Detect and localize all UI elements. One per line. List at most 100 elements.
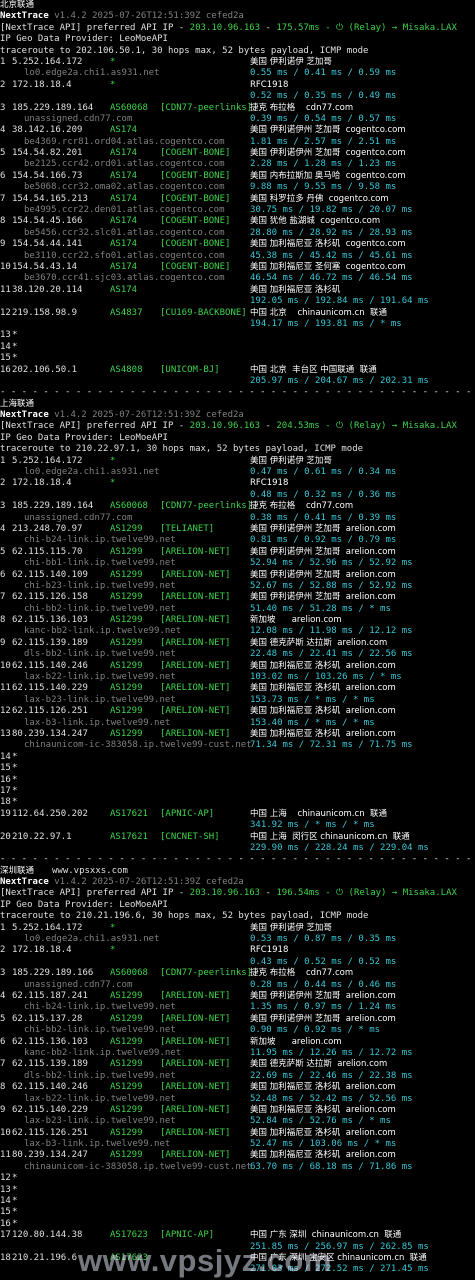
api-info: [NextTrace API] preferred API IP - 203.1… [0, 421, 457, 432]
hop-number: 5 [0, 1013, 6, 1024]
hop-asn: AS174 [110, 170, 138, 181]
hop-detail-row: lax-b23-link.ip.twelve99.net 153.73 ms / … [0, 695, 475, 706]
api-ip: 203.10.96.163 [189, 888, 261, 899]
hop-asn: AS60068 [110, 968, 148, 979]
hop-detail-row: chi-b24-link.ip.twelve99.net 0.81 ms / 0.… [0, 535, 475, 546]
hop-ip: 112.64.250.202 [12, 808, 88, 819]
hop-asn: AS1299 [110, 1013, 143, 1024]
hop-ip: * [12, 1218, 18, 1229]
hop-row: 18 * [0, 797, 475, 808]
hop-ip: * [12, 751, 18, 762]
hop-ip: 172.18.18.4 [12, 945, 72, 956]
hop-geo: 美国 内布拉斯加 奥马哈 cogentco.com [250, 170, 406, 181]
hop-row: 8 62.115.136.103 AS1299 [ARELION-NET] 新加坡 ar… [0, 615, 475, 626]
api-line: [NextTrace API] preferred API IP - 203.1… [0, 421, 475, 432]
app-version: NextTrace v1.4.2 2025-07-26T12:51:39Z ce… [0, 11, 244, 22]
hop-detail-row: lax-b22-link.ip.twelve99.net 103.02 ms / … [0, 672, 475, 683]
hop-number: 3 [0, 968, 6, 979]
hop-rdns: lax-b23-link.ip.twelve99.net [24, 1116, 176, 1127]
version-text: v1.4.2 2025-07-26T12:51:39Z cefed2a [54, 11, 244, 22]
hop-row: 6 62.115.140.109 AS1299 [ARELION-NET] 美国 伊利诺… [0, 570, 475, 581]
hop-geo: 美国 伊利诺伊 芝加哥 [250, 455, 332, 466]
hop-number: 11 [0, 683, 11, 694]
hop-rtt: 46.54 ms / 46.72 ms / 46.54 ms [250, 273, 413, 284]
hop-rdns: be2125.ccr42.ord01.atlas.cogentco.com [24, 159, 225, 170]
hop-rtt: 0.38 ms / 0.41 ms / 0.39 ms [250, 512, 397, 523]
hop-number: 8 [0, 615, 6, 626]
traceroute-line: traceroute to 202.106.50.1, 30 hops max,… [0, 46, 475, 57]
hop-geo: 美国 加利福尼亚 洛杉矶 arelion.com [250, 1150, 396, 1161]
hop-row: 14 * [0, 342, 475, 353]
hop-row: 14 * [0, 752, 475, 763]
app-version-line: NextTrace v1.4.2 2025-07-26T12:51:39Z ce… [0, 410, 475, 421]
hop-number: 7 [0, 1059, 6, 1070]
app-version-line: NextTrace v1.4.2 2025-07-26T12:51:39Z ce… [0, 11, 475, 22]
hop-number: 17 [0, 1230, 11, 1241]
hop-geo: 美国 伊利诺伊州 芝加哥 arelion.com [250, 990, 396, 1001]
hop-row: 1 5.252.164.172 * 美国 伊利诺伊 芝加哥 [0, 57, 475, 68]
hop-rdns: chi-bb2-link.ip.twelve99.net [24, 1025, 176, 1036]
hop-rtt: 52.94 ms / 52.96 ms / 52.92 ms [250, 558, 413, 569]
hop-row: 2 172.18.18.4 * RFC1918 [0, 80, 475, 91]
hop-geo: 中国 上海 chinaunicom.cn 联通 [250, 808, 387, 819]
hop-detail-row: unassigned.cdn77.com 0.38 ms / 0.41 ms / … [0, 513, 475, 524]
hop-geo: 美国 科罗拉多 丹佛 cogentco.com [250, 193, 389, 204]
hop-rtt: 0.39 ms / 0.54 ms / 0.57 ms [250, 113, 397, 124]
hop-asn: * [110, 945, 116, 956]
hop-ip: 62.115.126.158 [12, 592, 88, 603]
hop-rtt: 153.73 ms / * ms / * ms [250, 694, 375, 705]
section-title: 北京联通 [0, 0, 475, 11]
hop-detail-row: chi-b24-link.ip.twelve99.net 1.35 ms / 0.… [0, 1002, 475, 1013]
hop-rtt: 194.17 ms / 193.81 ms / * ms [250, 318, 402, 329]
hop-asn: * [110, 56, 116, 67]
hop-row: 3 185.229.189.166 AS60068 [CDN77-peerlinks]… [0, 968, 475, 979]
hop-row: 5 62.115.137.28 AS1299 [ARELION-NET] 美国 伊利诺伊… [0, 1014, 475, 1025]
hop-ip: 154.54.45.166 [12, 216, 83, 227]
hop-rdns: lo0.edge2a.chi1.as931.net [24, 68, 160, 79]
section-title: 上海联通 [0, 399, 475, 410]
api-relay: - ⏻ (Relay) → Misaka.LAX [319, 22, 457, 33]
hop-rtt: 71.34 ms / 72.31 ms / 71.75 ms [250, 740, 413, 751]
hop-row: 13 80.239.134.247 AS1299 [ARELION-NET] 美国 加利… [0, 729, 475, 740]
hop-tag: [ARELION-NET] [160, 990, 231, 1001]
hop-row: 6 154.54.166.73 AS174 [COGENT-BONE] 美国 内布拉斯加… [0, 171, 475, 182]
hop-detail-row: lax-b3-link.ip.twelve99.net 52.47 ms / 10… [0, 1139, 475, 1150]
hop-asn: AS174 [110, 148, 138, 159]
hop-geo: 美国 加利福尼亚 洛杉矶 arelion.com [250, 706, 396, 717]
hop-ip: 185.229.189.166 [12, 968, 94, 979]
hop-tag: [APNIC-AP] [160, 808, 215, 819]
hop-number: 15 [0, 763, 11, 774]
hop-number: 14 [0, 1196, 11, 1207]
hop-rtt: 22.69 ms / 22.46 ms / 22.38 ms [250, 1070, 413, 1081]
hop-geo: 中国 上海 闵行区 chinaunicom.cn 联通 [250, 831, 410, 842]
hop-geo: 美国 伊利诺伊州 芝加哥 arelion.com [250, 1013, 396, 1024]
hop-geo: 美国 伊利诺伊 芝加哥 [250, 56, 332, 67]
hop-ip: 120.80.144.38 [12, 1230, 83, 1241]
hop-detail-row: 192.05 ms / 192.84 ms / 191.64 ms [0, 296, 475, 307]
hop-asn: AS174 [110, 193, 138, 204]
divider-line: - - - - - - - - - - - - - - - - - - - - … [0, 854, 475, 865]
hop-detail-row: lax-b3-link.ip.twelve99.net 153.40 ms / *… [0, 718, 475, 729]
api-sep: - [260, 421, 277, 432]
hop-ip: 62.115.115.70 [12, 546, 83, 557]
hop-number: 14 [0, 341, 11, 352]
hop-detail-row: be3110.ccr22.sfo01.atlas.cogentco.com 45.… [0, 251, 475, 262]
hop-geo: 中国 广东 深圳 chinaunicom.cn 联通 [250, 1230, 402, 1241]
hop-asn: AS1299 [110, 1127, 143, 1138]
hop-tag: [ARELION-NET] [160, 615, 231, 626]
hop-rtt: 0.81 ms / 0.92 ms / 0.79 ms [250, 535, 397, 546]
hop-tag: [ARELION-NET] [160, 1036, 231, 1047]
hop-geo: 美国 伊利诺伊州 芝加哥 arelion.com [250, 546, 396, 557]
hop-asn: AS1299 [110, 1059, 143, 1070]
hop-detail-row: kanc-bb2-link.ip.twelve99.net 11.95 ms / … [0, 1048, 475, 1059]
hop-asn: AS1299 [110, 592, 143, 603]
geo-provider: IP Geo Data Provider: LeoMoeAPI [0, 899, 168, 910]
hop-geo: 美国 加利福尼亚 洛杉矶 arelion.com [250, 660, 396, 671]
hop-rtt: 0.55 ms / 0.41 ms / 0.59 ms [250, 68, 397, 79]
hop-detail-row: chinaunicom-ic-383058.ip.twelve99-cust.n… [0, 740, 475, 751]
hop-asn: AS17621 [110, 831, 148, 842]
hop-asn: AS1299 [110, 1036, 143, 1047]
hop-ip: * [12, 1173, 18, 1184]
geo-provider-line: IP Geo Data Provider: LeoMoeAPI [0, 900, 475, 911]
hop-rdns: chinaunicom-ic-383058.ip.twelve99-cust.n… [24, 1161, 252, 1172]
